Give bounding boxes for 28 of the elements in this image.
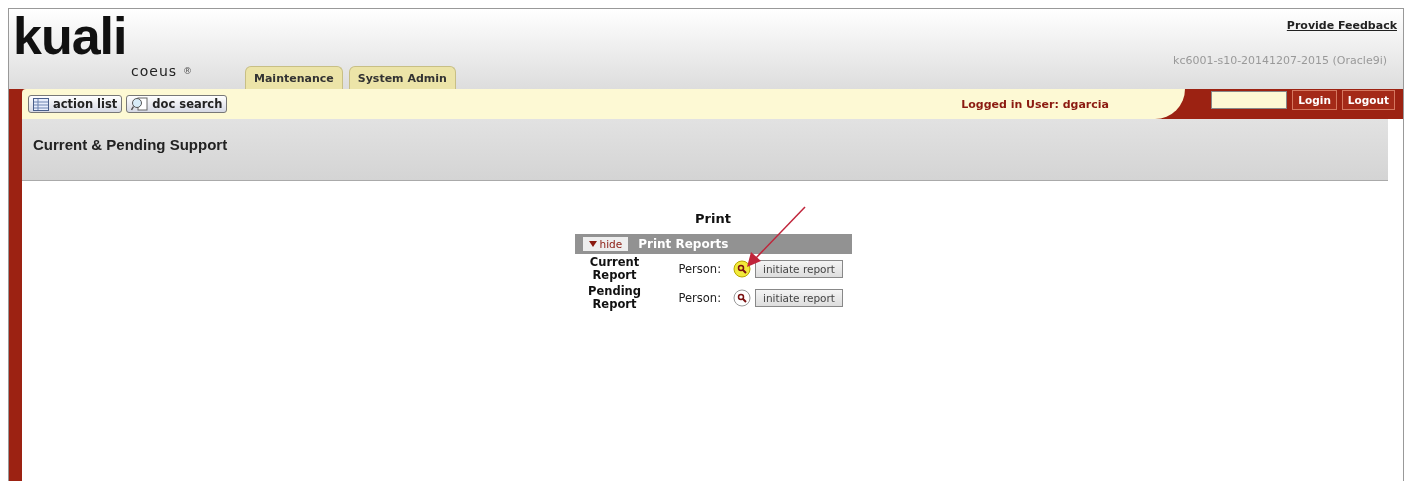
logout-button[interactable]: Logout: [1341, 90, 1395, 110]
toolbar-button[interactable]: doc search: [126, 95, 228, 113]
build-info: kc6001-s10-20141207-2015 (Oracle9i): [1173, 54, 1388, 67]
lookup-icon[interactable]: [733, 259, 752, 278]
page-title: Current & Pending Support: [33, 136, 229, 153]
lookup-icon[interactable]: [733, 288, 752, 307]
report-label: Pending Report: [587, 284, 642, 311]
logo-wordmark: kuali: [13, 11, 128, 61]
print-heading: Print: [695, 211, 731, 226]
field-label: Person:: [678, 261, 722, 276]
magnifier-document-icon: [131, 97, 149, 111]
initiate-report-button[interactable]: initiate report: [755, 288, 843, 307]
section-title: Print Reports: [638, 237, 729, 251]
login-button[interactable]: Login: [1292, 90, 1337, 110]
logged-in-user: Logged in User: dgarcia: [961, 97, 1109, 111]
report-label: Current Report: [588, 255, 641, 282]
list-icon: [33, 97, 49, 111]
login-field[interactable]: [1211, 91, 1288, 109]
field-label: Person:: [678, 290, 722, 305]
hide-toggle[interactable]: hide: [582, 237, 629, 251]
feedback-link[interactable]: Provide Feedback: [1286, 19, 1397, 32]
initiate-report-button[interactable]: initiate report: [755, 259, 843, 278]
toolbar-button[interactable]: action list: [28, 95, 123, 113]
registered-mark: ®: [183, 66, 193, 76]
logo-product: coeus: [131, 63, 178, 79]
nav-tab[interactable]: Maintenance: [245, 66, 343, 89]
nav-tab[interactable]: System Admin: [348, 66, 456, 89]
caret-icon: [588, 241, 597, 247]
